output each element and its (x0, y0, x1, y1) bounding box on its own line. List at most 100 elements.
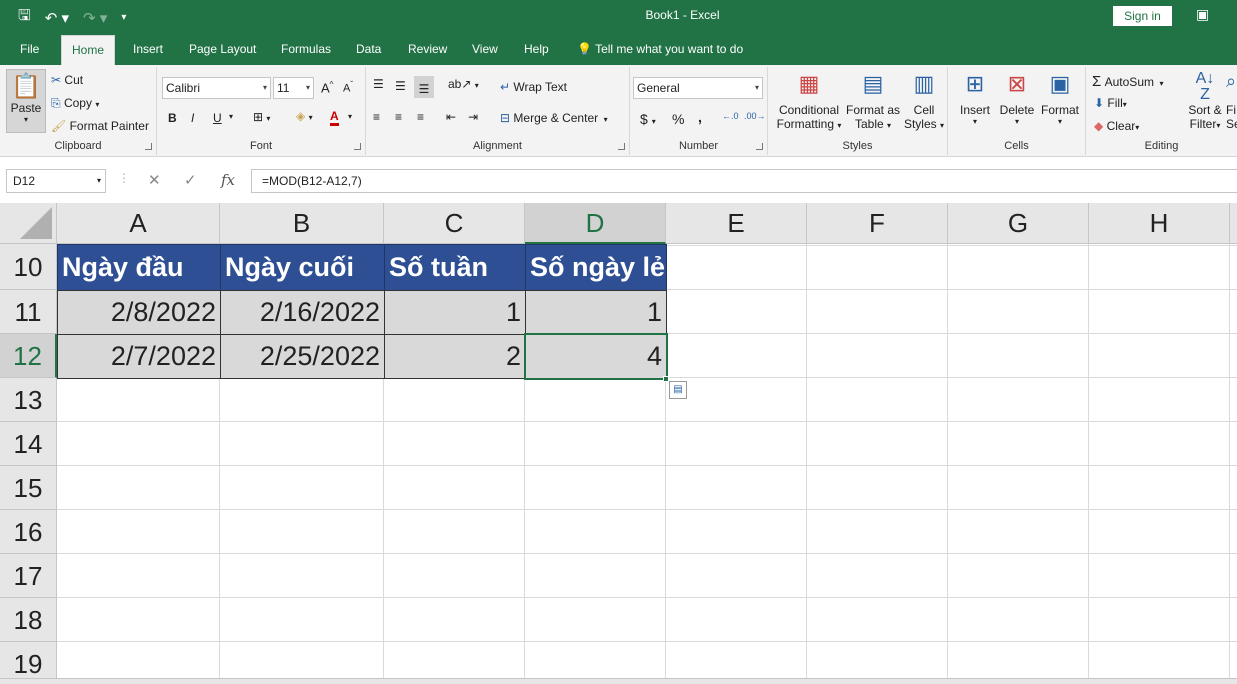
row-header-11[interactable]: 11 (0, 290, 57, 334)
orientation-icon[interactable]: ab↗ ▾ (448, 77, 479, 91)
row-header-14[interactable]: 14 (0, 422, 57, 466)
name-box-value: D12 (13, 174, 36, 188)
tab-formulas[interactable]: Formulas (281, 42, 331, 56)
wrap-text-button[interactable]: ↵ Wrap Text (500, 80, 567, 94)
font-group: Calibri ▾ 11 ▾ A^ Aˇ B I U ▾ ⊞ ▾ ◈ ▾ A ▾ F… (157, 67, 366, 155)
tab-home[interactable]: Home (61, 35, 116, 65)
cell-c10[interactable]: Số tuần (384, 244, 526, 291)
increase-decimal-icon[interactable]: ←.0 (722, 111, 739, 121)
formula-input[interactable]: =MOD(B12-A12,7) (251, 169, 1237, 193)
column-header-b[interactable]: B (220, 203, 384, 244)
column-header-e[interactable]: E (666, 203, 807, 244)
row-header-13[interactable]: 13 (0, 378, 57, 422)
row-header-10[interactable]: 10 (0, 244, 57, 290)
cell-styles-button[interactable]: ▥ Cell Styles ▾ (902, 71, 946, 131)
cancel-icon[interactable]: ✕ (148, 171, 161, 189)
increase-font-icon[interactable]: A^ (321, 80, 333, 95)
fill-color-icon[interactable]: ◈ ▾ (296, 109, 313, 123)
number-launcher-icon[interactable] (756, 143, 763, 150)
clear-button[interactable]: ◆ Clear▾ (1094, 119, 1139, 133)
column-header-h[interactable]: H (1089, 203, 1230, 244)
column-header-c[interactable]: C (384, 203, 525, 244)
cell-d10[interactable]: Số ngày lẻ (525, 244, 667, 291)
decrease-decimal-icon[interactable]: .00→ (744, 111, 766, 121)
quick-analysis-icon[interactable]: ▤ (669, 381, 687, 399)
format-cells-button[interactable]: ▣ Format ▾ (1038, 71, 1082, 126)
tab-help[interactable]: Help (524, 42, 549, 56)
column-header-d[interactable]: D (525, 203, 666, 244)
tab-insert[interactable]: Insert (133, 42, 163, 56)
font-color-dropdown-icon[interactable]: ▾ (348, 112, 352, 121)
font-color-icon[interactable]: A (330, 109, 339, 126)
format-painter-button[interactable]: 🖌 Format Painter (51, 119, 149, 133)
alignment-launcher-icon[interactable] (618, 143, 625, 150)
bold-button[interactable]: B (168, 111, 177, 125)
align-left-icon[interactable]: ≡ (373, 110, 380, 124)
column-header-a[interactable]: A (57, 203, 220, 244)
ribbon-display-options-icon[interactable]: ▣ (1196, 6, 1209, 23)
name-box[interactable]: D12 ▾ (6, 169, 106, 193)
row-header-16[interactable]: 16 (0, 510, 57, 554)
copy-button[interactable]: ⎘ Copy ▾ (51, 96, 99, 111)
tell-me-search[interactable]: 💡 Tell me what you want to do (577, 42, 743, 56)
cell-a12[interactable]: 2/7/2022 (57, 334, 221, 379)
row-header-15[interactable]: 15 (0, 466, 57, 510)
decrease-indent-icon[interactable]: ⇤ (446, 110, 456, 124)
cell-b12[interactable]: 2/25/2022 (220, 334, 385, 379)
sort-filter-button[interactable]: A↓ Z Sort & Filter▾ (1184, 71, 1226, 132)
insert-function-icon[interactable]: fx (221, 171, 235, 189)
cell-b11[interactable]: 2/16/2022 (220, 290, 385, 335)
cell-b10[interactable]: Ngày cuối (220, 244, 385, 291)
paste-button[interactable]: 📋 Paste ▾ (6, 69, 46, 133)
row-header-18[interactable]: 18 (0, 598, 57, 642)
tab-data[interactable]: Data (356, 42, 381, 56)
horizontal-scrollbar[interactable] (0, 678, 1237, 684)
sign-in-button[interactable]: Sign in (1113, 6, 1172, 26)
middle-align-icon[interactable]: ☰ (395, 79, 406, 93)
decrease-font-icon[interactable]: Aˇ (343, 80, 353, 95)
autosum-button[interactable]: Σ AutoSum ▾ (1092, 73, 1164, 90)
column-header-g[interactable]: G (948, 203, 1089, 244)
cell-c11[interactable]: 1 (384, 290, 526, 335)
clipboard-launcher-icon[interactable] (145, 143, 152, 150)
format-as-table-button[interactable]: ▤ Format as Table ▾ (846, 71, 900, 131)
column-header-f[interactable]: F (807, 203, 948, 244)
align-right-icon[interactable]: ≡ (417, 110, 424, 124)
currency-button[interactable]: $ ▾ (640, 111, 656, 127)
column-header-i[interactable] (1230, 203, 1237, 244)
percent-button[interactable]: % (672, 111, 684, 127)
bottom-align-icon[interactable]: ☰ (414, 76, 434, 98)
italic-button[interactable]: I (191, 111, 194, 125)
cell-a10[interactable]: Ngày đầu (57, 244, 221, 291)
font-launcher-icon[interactable] (354, 143, 361, 150)
fill-button[interactable]: ⬇ Fill▾ (1094, 96, 1127, 110)
underline-dropdown-icon[interactable]: ▾ (229, 112, 233, 121)
delete-cells-button[interactable]: ⊠ Delete ▾ (996, 71, 1038, 126)
comma-button[interactable]: , (698, 109, 702, 125)
cut-button[interactable]: ✂ Cut (51, 73, 83, 87)
conditional-formatting-button[interactable]: ▦ Conditional Formatting ▾ (772, 71, 846, 131)
select-all-button[interactable] (0, 203, 57, 244)
font-size-value: 11 (277, 81, 290, 95)
insert-cells-button[interactable]: ⊞ Insert ▾ (954, 71, 996, 126)
cell-d11[interactable]: 1 (525, 290, 667, 335)
increase-indent-icon[interactable]: ⇥ (468, 110, 478, 124)
tab-view[interactable]: View (472, 42, 498, 56)
underline-button[interactable]: U (213, 111, 222, 125)
find-select-button[interactable]: ⌕ Fi Se (1226, 71, 1237, 131)
cell-a11[interactable]: 2/8/2022 (57, 290, 221, 335)
row-header-12[interactable]: 12 (0, 334, 57, 378)
align-center-icon[interactable]: ≡ (395, 110, 402, 124)
tab-review[interactable]: Review (408, 42, 447, 56)
cell-c12[interactable]: 2 (384, 334, 526, 379)
tab-file[interactable]: File (20, 42, 39, 56)
font-size-dropdown[interactable]: 11 ▾ (273, 77, 314, 99)
top-align-icon[interactable]: ☰ (373, 77, 384, 91)
number-format-dropdown[interactable]: General ▾ (633, 77, 763, 99)
enter-check-icon[interactable]: ✓ (184, 171, 197, 189)
merge-center-button[interactable]: ⊟ Merge & Center ▾ (500, 111, 608, 125)
borders-icon[interactable]: ⊞ ▾ (253, 110, 270, 124)
tab-page-layout[interactable]: Page Layout (189, 42, 256, 56)
row-header-17[interactable]: 17 (0, 554, 57, 598)
font-name-dropdown[interactable]: Calibri ▾ (162, 77, 271, 99)
